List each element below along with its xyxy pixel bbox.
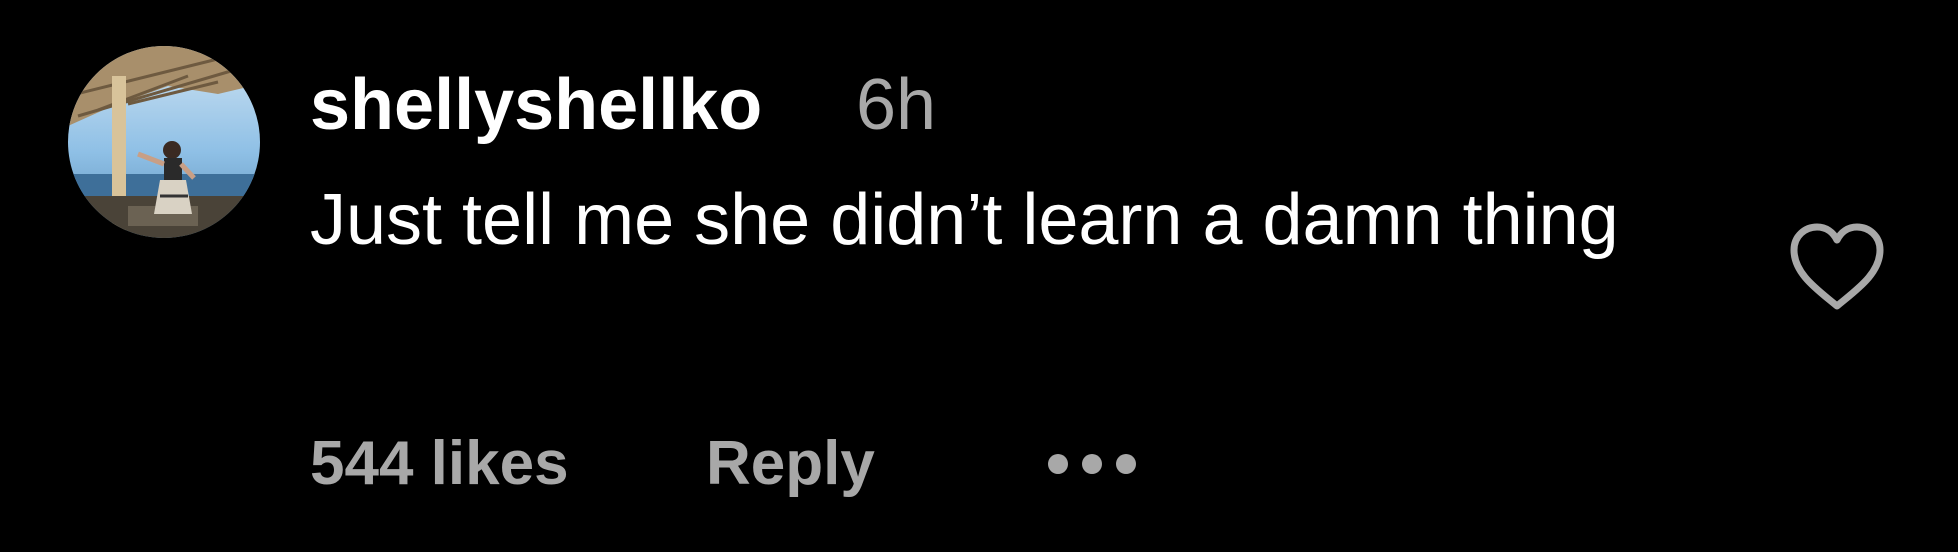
likes-count[interactable]: 544 likes — [310, 424, 569, 504]
comment-username[interactable]: shellyshellko — [310, 60, 762, 150]
avatar-photo — [68, 46, 260, 238]
comment-item: shellyshellko 6h Just tell me she didn’t… — [0, 0, 1958, 552]
heart-icon[interactable] — [1788, 222, 1886, 312]
more-horizontal-icon[interactable] — [1042, 448, 1142, 480]
comment-text: Just tell me she didn’t learn a damn thi… — [310, 180, 1619, 260]
comment-timestamp: 6h — [856, 65, 937, 145]
avatar[interactable] — [68, 46, 260, 238]
reply-button[interactable]: Reply — [706, 424, 875, 504]
